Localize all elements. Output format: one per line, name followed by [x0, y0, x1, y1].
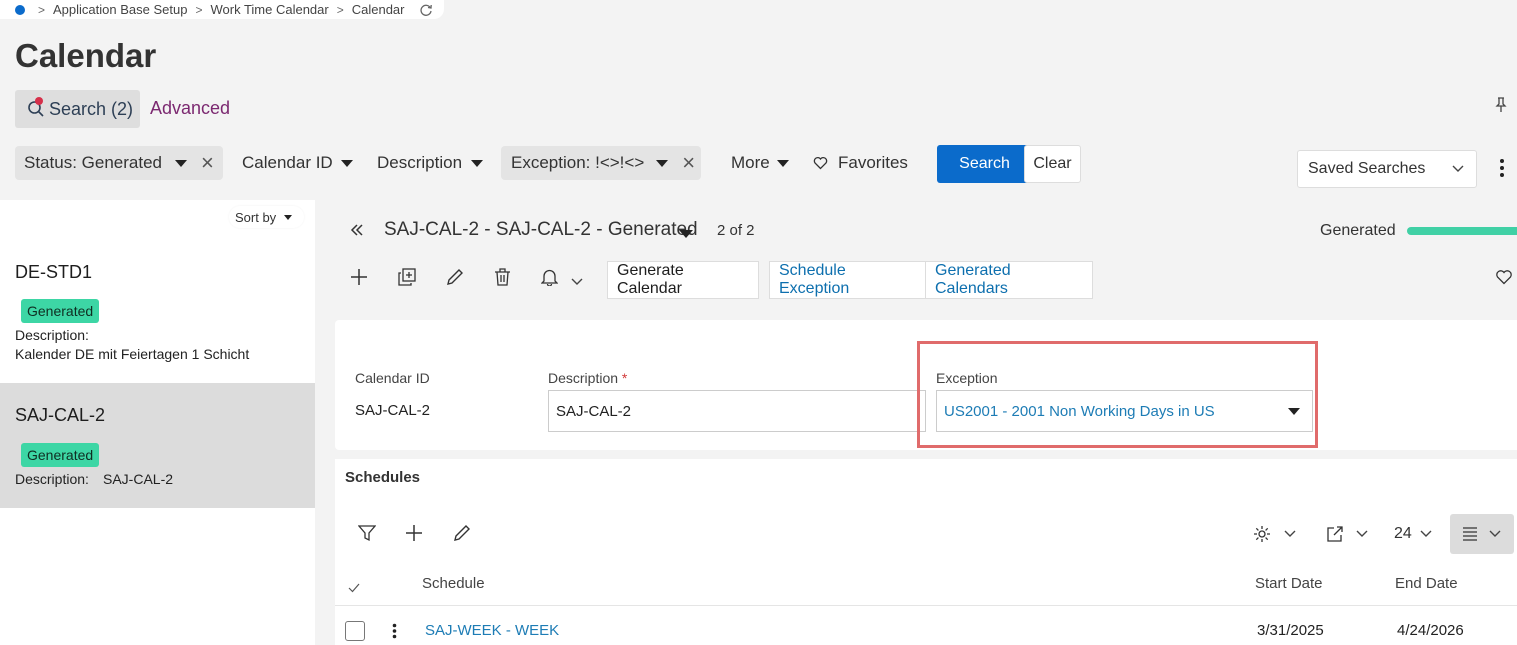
- search-button[interactable]: Search: [937, 145, 1032, 183]
- schedule-link[interactable]: SAJ-WEEK - WEEK: [425, 622, 559, 639]
- list-item-description-label: Description:: [15, 327, 89, 343]
- chevron-down-icon: [471, 159, 484, 167]
- chevron-down-icon[interactable]: [1356, 530, 1368, 538]
- column-header-schedule[interactable]: Schedule: [422, 575, 485, 592]
- view-mode-button[interactable]: [1450, 514, 1514, 554]
- refresh-icon[interactable]: [419, 3, 433, 17]
- add-schedule-icon[interactable]: [405, 524, 423, 542]
- chevron-down-icon: [340, 159, 353, 167]
- saved-searches-label: Saved Searches: [1308, 160, 1426, 177]
- breadcrumb: > Application Base Setup > Work Time Cal…: [0, 0, 444, 19]
- generate-calendar-button[interactable]: Generate Calendar: [607, 261, 759, 299]
- heart-icon: [813, 156, 828, 170]
- chevron-right-icon: >: [195, 2, 203, 17]
- edit-schedule-icon[interactable]: [453, 524, 471, 542]
- row-actions-kebab-icon[interactable]: [392, 623, 397, 639]
- delete-icon[interactable]: [494, 268, 511, 286]
- calendar-id-filter[interactable]: Calendar ID: [242, 146, 353, 180]
- sort-by-label: Sort by: [235, 209, 277, 225]
- advanced-tab[interactable]: Advanced: [150, 98, 230, 119]
- search-tab-label: Search (2): [49, 98, 134, 119]
- exception-filter-label: Exception: !<>!<>: [511, 153, 645, 172]
- status-progress-bar: [1407, 227, 1517, 235]
- list-item-title[interactable]: DE-STD1: [15, 262, 92, 283]
- end-date-cell: 4/24/2026: [1397, 622, 1464, 639]
- breadcrumb-item-calendar: Calendar: [351, 2, 405, 17]
- calendar-id-label: Calendar ID: [355, 370, 430, 386]
- chevron-down-icon: [656, 159, 669, 167]
- status-filter-label: Status: Generated: [24, 153, 162, 172]
- exception-filter-chip[interactable]: Exception: !<>!<> ×: [501, 146, 701, 180]
- export-icon[interactable]: [1326, 525, 1344, 543]
- chevron-down-icon[interactable]: [1420, 530, 1432, 538]
- start-date-cell: 3/31/2025: [1257, 622, 1324, 639]
- record-switcher-chevron-icon[interactable]: [679, 225, 693, 243]
- home-icon[interactable]: [15, 4, 25, 15]
- calendar-id-value: SAJ-CAL-2: [355, 402, 431, 419]
- exception-highlight-box: [917, 341, 1318, 448]
- page-title: Calendar: [15, 37, 157, 74]
- list-item-title[interactable]: SAJ-CAL-2: [15, 405, 105, 426]
- edit-icon[interactable]: [446, 268, 464, 286]
- more-options-icon[interactable]: [1499, 158, 1505, 178]
- schedules-title: Schedules: [345, 469, 421, 486]
- duplicate-icon[interactable]: [398, 268, 416, 286]
- close-icon[interactable]: ×: [201, 152, 214, 174]
- breadcrumb-item-work-time-calendar[interactable]: Work Time Calendar: [210, 2, 328, 17]
- generated-calendars-button[interactable]: Generated Calendars: [925, 261, 1093, 299]
- record-count: 2 of 2: [717, 222, 755, 239]
- collapse-list-icon[interactable]: [350, 223, 364, 237]
- sort-by-button[interactable]: Sort by: [229, 206, 304, 228]
- chevron-down-icon[interactable]: [571, 278, 583, 286]
- favorites-label: Favorites: [838, 153, 908, 172]
- status-filter-chip[interactable]: Status: Generated ×: [15, 146, 223, 180]
- saved-searches-dropdown[interactable]: Saved Searches: [1297, 150, 1477, 188]
- chevron-down-icon[interactable]: [1284, 530, 1296, 538]
- column-header-start-date[interactable]: Start Date: [1255, 575, 1323, 592]
- page-size-value[interactable]: 24: [1394, 525, 1412, 543]
- chevron-down-icon: [284, 214, 293, 220]
- active-filter-indicator: [35, 97, 43, 105]
- list-view-icon: [1462, 527, 1478, 541]
- description-field[interactable]: SAJ-CAL-2: [548, 390, 926, 432]
- close-icon[interactable]: ×: [682, 152, 695, 174]
- list-item-description-value: SAJ-CAL-2: [103, 471, 174, 487]
- description-filter[interactable]: Description: [377, 146, 484, 180]
- chevron-right-icon: >: [336, 2, 344, 17]
- status-badge: Generated: [21, 443, 100, 467]
- status-badge: Generated: [21, 299, 100, 323]
- list-item-description-label: Description:: [15, 471, 89, 487]
- pin-icon[interactable]: [1495, 97, 1507, 113]
- more-filters-label: More: [731, 153, 770, 172]
- chevron-down-icon: [776, 159, 789, 167]
- gear-icon[interactable]: [1253, 525, 1271, 543]
- list-item-description-value: Kalender DE mit Feiertagen 1 Schicht: [15, 346, 250, 362]
- favorites-button[interactable]: Favorites: [813, 146, 908, 180]
- description-filter-label: Description: [377, 153, 463, 172]
- description-label: Description *: [548, 370, 628, 386]
- filter-icon[interactable]: [358, 524, 376, 542]
- calendar-id-filter-label: Calendar ID: [242, 153, 333, 172]
- record-title: SAJ-CAL-2 - SAJ-CAL-2 - Generated: [384, 219, 698, 240]
- favorite-record-heart-icon[interactable]: [1495, 269, 1513, 285]
- schedule-exception-button[interactable]: Schedule Exception: [769, 261, 926, 299]
- add-icon[interactable]: [350, 268, 368, 286]
- breadcrumb-item-application-base-setup[interactable]: Application Base Setup: [53, 2, 187, 17]
- clear-button[interactable]: Clear: [1024, 145, 1081, 183]
- column-header-end-date[interactable]: End Date: [1395, 575, 1458, 592]
- bell-icon[interactable]: [541, 268, 558, 286]
- record-status-label: Generated: [1320, 222, 1396, 239]
- chevron-down-icon: [1452, 165, 1464, 173]
- header-divider: [335, 605, 1517, 606]
- more-filters-button[interactable]: More: [731, 146, 789, 180]
- chevron-down-icon: [1489, 530, 1501, 538]
- required-marker: *: [621, 370, 628, 386]
- search-tab[interactable]: Search (2): [15, 90, 140, 128]
- schedules-panel: [335, 459, 1517, 645]
- chevron-down-icon: [174, 159, 187, 167]
- select-all-checkmark-icon[interactable]: [348, 583, 360, 593]
- chevron-right-icon: >: [38, 2, 46, 17]
- row-checkbox[interactable]: [345, 621, 365, 641]
- search-icon: [27, 97, 45, 118]
